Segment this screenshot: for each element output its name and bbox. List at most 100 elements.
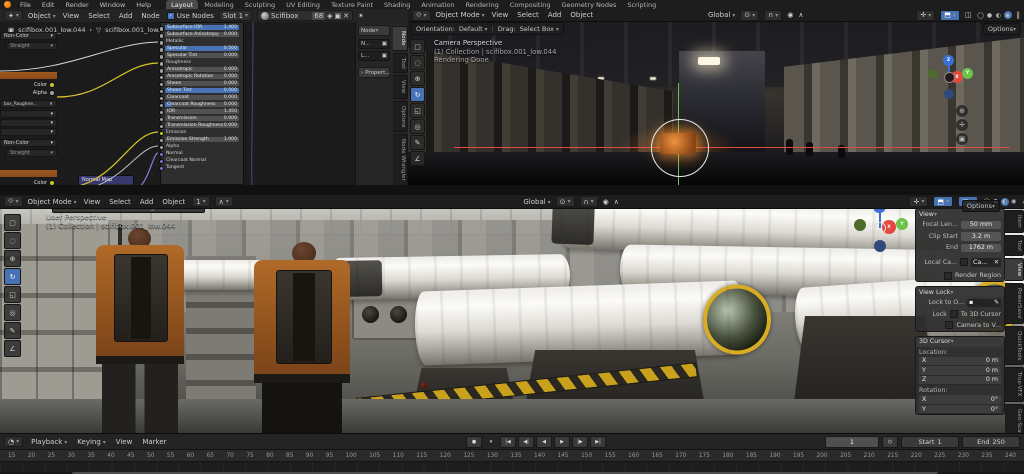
menu-item[interactable]: Window [98,1,128,9]
menu-item[interactable]: View [114,438,135,446]
blender-logo-icon[interactable] [4,1,11,8]
menu-item[interactable]: Playback [29,438,69,446]
workspace-tab[interactable]: Geometry Nodes [557,0,622,9]
workspace-tab[interactable]: Modeling [199,0,239,9]
properties-collapse[interactable]: ›Propert... [358,67,390,78]
shading-rendered[interactable]: ◉ [1010,198,1018,206]
cursor-axis-field[interactable]: Y0 m [919,366,1001,376]
menu-item[interactable]: Select [107,198,133,206]
rotate-gizmo-circle[interactable] [651,119,709,177]
overlays-toggle-icon[interactable]: ⬒ [933,196,953,207]
workspace-tab[interactable]: Animation [416,0,459,9]
sidebar-tab[interactable]: PowerSave [1005,283,1024,324]
workspace-tab[interactable]: Scripting [622,0,661,9]
z-axis-ball[interactable]: Z [943,55,954,66]
gizmo-toggle-icon[interactable]: ✛ [916,10,935,21]
menu-item[interactable]: View [61,12,82,20]
lock-to-object-field[interactable]: ▪✎ [967,299,1001,308]
mode-dropdown[interactable]: Object Mode [28,198,77,206]
sidebar-tab[interactable]: Options [393,101,408,133]
pivot-icon[interactable]: ⊙ [556,196,575,207]
node-canvas[interactable]: ▣ scifibox.001_low.044 › ▽ scifibox.001_… [0,22,356,185]
end-frame-field[interactable]: End250 [962,436,1020,448]
slot-dropdown[interactable]: Slot 1 [219,10,252,21]
view-lock-header[interactable]: View Lock [916,287,1004,297]
sidebar-tab[interactable]: QuickTools [1005,326,1024,366]
cursor-axis-field[interactable]: Z0 m [919,376,1001,386]
z-axis-neg-ball[interactable] [874,240,886,252]
drag-dropdown[interactable]: Select Box [520,25,559,33]
unlink-icon[interactable]: ✕ [343,12,349,20]
y-axis-neg-ball[interactable] [854,219,866,231]
render-region-checkbox[interactable] [944,272,952,280]
material-selector[interactable]: Scifibox 68 ◈ ▣ ✕ [257,10,353,21]
menu-item[interactable]: Help [134,1,153,9]
gizmo-center[interactable] [944,72,955,83]
character-left[interactable] [92,228,188,433]
tool-annotate[interactable]: ✎ [410,135,425,150]
menu-item[interactable]: Select [515,11,541,19]
mode-options-icon[interactable]: 1 [192,196,209,207]
tool-select-box[interactable]: ▢ [4,214,21,231]
sidebar-tab[interactable]: True-VFX [1005,367,1024,401]
proportional-edit-icon[interactable]: ◉ [787,11,793,19]
menu-item[interactable]: File [18,1,33,9]
transform-orientation-dropdown[interactable]: Global [523,198,550,206]
shading-wireframe[interactable]: ◯ [977,11,985,19]
timeline-tracks[interactable] [0,461,1024,472]
eyedropper-icon[interactable]: ✎ [994,299,999,306]
tool-select-box[interactable]: ▢ [410,39,425,54]
gizmo-center[interactable] [874,222,886,234]
character-right[interactable] [252,242,354,433]
navigation-gizmo[interactable]: Z X Y [926,55,972,101]
local-camera-checkbox[interactable] [960,258,968,266]
auto-keying-button[interactable]: ● [466,436,482,448]
tool-cursor[interactable]: ◌ [410,55,425,70]
menu-item[interactable]: Add [546,11,564,19]
pin-icon[interactable]: ✶ [358,12,364,20]
editor-type-icon[interactable]: ⟐ [4,196,23,207]
tool-move[interactable]: ⊕ [4,250,21,267]
node-panel-header[interactable]: Node [358,25,390,36]
sidebar-tab[interactable]: Tool [1005,235,1024,256]
y-axis-neg-ball[interactable] [928,69,938,79]
sidebar-tab[interactable]: Node [393,26,408,51]
clip-end-field[interactable]: 1762 m [961,244,1001,253]
mode-dropdown[interactable]: Object Mode [436,11,485,19]
workspace-tab[interactable]: Rendering [461,0,504,9]
users-count-badge[interactable]: 68 [312,12,325,20]
tool-transform[interactable]: ◎ [410,119,425,134]
menu-item[interactable]: Marker [140,438,168,446]
gizmo-toggle-icon[interactable]: ✛ [909,196,928,207]
play-reverse-button[interactable]: ◀ [536,436,552,448]
z-axis-neg-ball[interactable] [944,89,954,99]
tool-transform[interactable]: ◎ [4,304,21,321]
tool-scale[interactable]: ◱ [4,286,21,303]
menu-item[interactable]: Select [86,12,112,20]
menu-item[interactable]: Keying [75,438,107,446]
y-axis-ball[interactable]: Y [896,218,908,230]
keying-dropdown-icon[interactable]: ▾ [484,437,498,447]
cursor-panel-header[interactable]: 3D Cursor [916,337,1004,347]
sidebar-tab[interactable]: View [1005,258,1024,281]
options-dropdown[interactable]: Options [962,200,1000,212]
menu-item[interactable]: View [490,11,511,19]
tool-move[interactable]: ⊕ [410,71,425,86]
shader-type-dropdown[interactable]: Object [28,12,56,20]
workspace-tab[interactable]: Sculpting [240,0,280,9]
sidebar-tab[interactable]: Item [1005,210,1024,233]
local-camera-field[interactable]: Ca...✕ [971,258,1001,267]
tool-measure[interactable]: ∠ [4,340,21,357]
falloff-icon[interactable]: ∧ [798,11,803,19]
menu-item[interactable]: Object [160,198,187,206]
menu-item[interactable]: Add [138,198,156,206]
use-nodes-checkbox[interactable]: ✓ Use Nodes [167,12,214,20]
shading-material[interactable]: ◐ [1001,198,1009,206]
camera-to-view-checkbox[interactable] [945,321,953,329]
cursor-axis-field[interactable]: X0° [919,395,1001,405]
orientation-dropdown[interactable]: Default [459,25,488,33]
jump-to-start-button[interactable]: |◀ [500,436,516,448]
to-3d-cursor-checkbox[interactable] [950,310,958,318]
tool-rotate[interactable]: ↻ [4,268,21,285]
workspace-tab[interactable]: Shading [379,0,415,9]
